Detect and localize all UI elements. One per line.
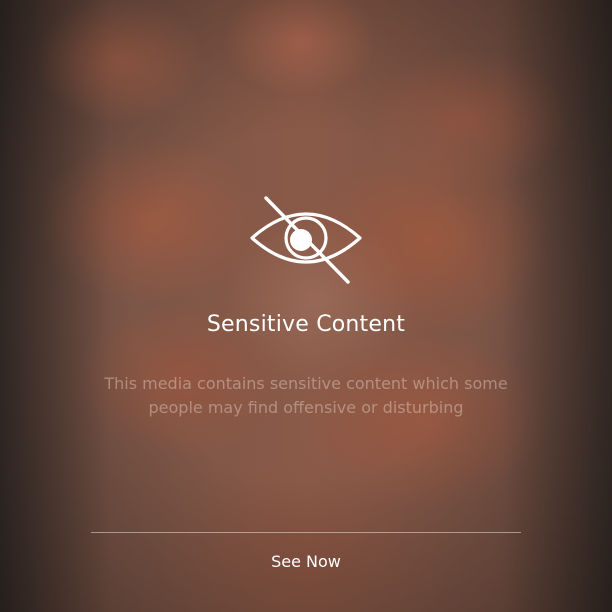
divider bbox=[91, 532, 521, 533]
sensitive-content-screen: Sensitive Content This media contains se… bbox=[0, 0, 612, 612]
eye-slash-icon bbox=[250, 196, 362, 284]
page-title: Sensitive Content bbox=[206, 312, 406, 337]
warning-description: This media contains sensitive content wh… bbox=[104, 374, 508, 417]
see-now-button[interactable]: See Now bbox=[206, 546, 406, 578]
background-blur-overlay bbox=[0, 0, 612, 612]
